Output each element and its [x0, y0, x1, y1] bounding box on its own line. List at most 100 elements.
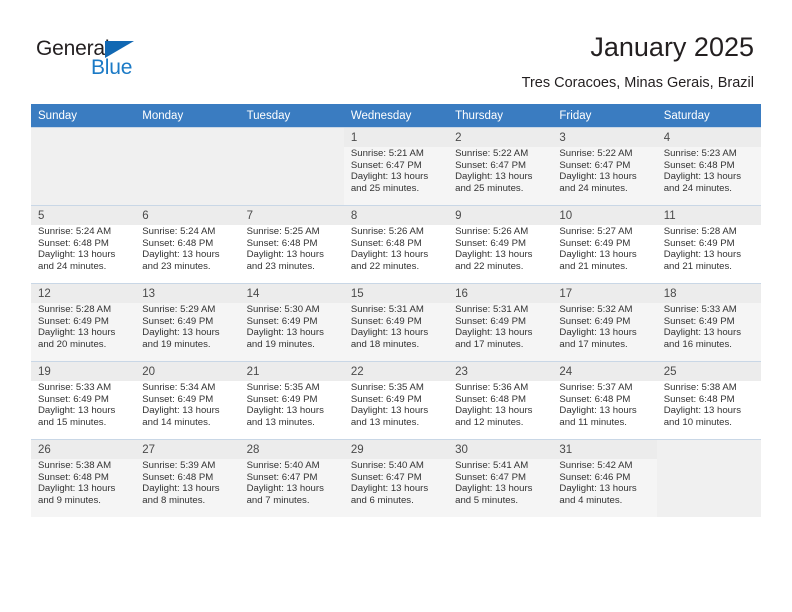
calendar-week-row: 19 Sunrise: 5:33 AM Sunset: 6:49 PM Dayligh… — [31, 361, 761, 440]
daylight-duration-line2: and 22 minutes. — [455, 260, 524, 272]
calendar-day-cell[interactable]: 7 Sunrise: 5:25 AM Sunset: 6:48 PM Daylight… — [239, 205, 344, 284]
calendar-empty-cell — [31, 127, 136, 206]
sunrise-time: Sunrise: 5:24 AM — [142, 226, 216, 237]
sunrise-sunset-calendar: Sunday Monday Tuesday Wednesday Thursday… — [31, 104, 761, 517]
daylight-duration-line1: Daylight: 13 hours — [350, 171, 429, 183]
sunset-time: Sunset: 6:47 PM — [246, 471, 318, 483]
daylight-duration-line1: Daylight: 13 hours — [38, 249, 116, 261]
page-header: General Blue January 2025 Tres Coracoes,… — [0, 0, 792, 104]
sunset-time: Sunset: 6:47 PM — [350, 471, 422, 483]
calendar-day-cell[interactable]: 19 Sunrise: 5:33 AM Sunset: 6:49 PM Dayligh… — [31, 361, 136, 440]
daylight-duration-line1: Daylight: 13 hours — [455, 171, 533, 183]
calendar-day-cell[interactable]: 23 Sunrise: 5:36 AM Sunset: 6:48 PM Dayligh… — [448, 361, 553, 440]
day-sun-info: Sunrise: 5:38 AM Sunset: 6:48 PM Daylight:… — [31, 459, 135, 506]
calendar-day-cell[interactable]: 27 Sunrise: 5:39 AM Sunset: 6:48 PM Dayligh… — [135, 439, 240, 517]
weekday-header-saturday: Saturday — [656, 104, 761, 128]
calendar-day-cell[interactable]: 4 Sunrise: 5:23 AM Sunset: 6:48 PM Daylight… — [656, 127, 761, 206]
calendar-day-cell[interactable]: 6 Sunrise: 5:24 AM Sunset: 6:48 PM Daylight… — [135, 205, 240, 284]
daylight-duration-line1: Daylight: 13 hours — [559, 405, 637, 417]
sunrise-time: Sunrise: 5:40 AM — [350, 460, 424, 471]
calendar-day-cell[interactable]: 5 Sunrise: 5:24 AM Sunset: 6:48 PM Daylight… — [31, 205, 136, 284]
calendar-day-cell[interactable]: 29 Sunrise: 5:40 AM Sunset: 6:47 PM Dayligh… — [343, 439, 449, 517]
calendar-week-row: 1 Sunrise: 5:21 AM Sunset: 6:47 PM Daylight… — [31, 127, 761, 206]
calendar-day-cell[interactable]: 11 Sunrise: 5:28 AM Sunset: 6:49 PM Dayligh… — [656, 205, 761, 284]
calendar-day-cell[interactable]: 3 Sunrise: 5:22 AM Sunset: 6:47 PM Daylight… — [552, 127, 657, 206]
calendar-day-cell[interactable]: 2 Sunrise: 5:22 AM Sunset: 6:47 PM Daylight… — [448, 127, 553, 206]
day-sun-info: Sunrise: 5:24 AM Sunset: 6:48 PM Daylight:… — [31, 225, 135, 272]
calendar-day-cell[interactable]: 16 Sunrise: 5:31 AM Sunset: 6:49 PM Dayligh… — [448, 283, 553, 362]
daylight-duration-line1: Daylight: 13 hours — [246, 249, 324, 261]
daylight-duration-line2: and 7 minutes. — [246, 494, 310, 506]
calendar-day-cell[interactable]: 28 Sunrise: 5:40 AM Sunset: 6:47 PM Dayligh… — [239, 439, 344, 517]
sunrise-time: Sunrise: 5:22 AM — [559, 148, 633, 159]
calendar-day-cell[interactable]: 1 Sunrise: 5:21 AM Sunset: 6:47 PM Daylight… — [343, 127, 449, 206]
sunset-time: Sunset: 6:48 PM — [663, 393, 735, 405]
calendar-day-cell[interactable]: 25 Sunrise: 5:38 AM Sunset: 6:48 PM Dayligh… — [656, 361, 761, 440]
daylight-duration-line1: Daylight: 13 hours — [246, 327, 324, 339]
sunrise-time: Sunrise: 5:38 AM — [663, 382, 737, 393]
sunset-time: Sunset: 6:48 PM — [455, 393, 527, 405]
calendar-day-cell[interactable]: 12 Sunrise: 5:28 AM Sunset: 6:49 PM Dayligh… — [31, 283, 136, 362]
daylight-duration-line2: and 15 minutes. — [38, 416, 107, 428]
daylight-duration-line2: and 25 minutes. — [350, 182, 420, 194]
calendar-day-cell[interactable]: 31 Sunrise: 5:42 AM Sunset: 6:46 PM Dayligh… — [552, 439, 657, 517]
calendar-day-cell[interactable]: 24 Sunrise: 5:37 AM Sunset: 6:48 PM Dayligh… — [552, 361, 657, 440]
calendar-day-cell[interactable]: 20 Sunrise: 5:34 AM Sunset: 6:49 PM Dayligh… — [135, 361, 240, 440]
daylight-duration-line2: and 11 minutes. — [559, 416, 627, 428]
daylight-duration-line1: Daylight: 13 hours — [455, 405, 533, 417]
daylight-duration-line1: Daylight: 13 hours — [246, 405, 324, 417]
calendar-day-cell[interactable]: 30 Sunrise: 5:41 AM Sunset: 6:47 PM Dayligh… — [448, 439, 553, 517]
day-sun-info: Sunrise: 5:33 AM Sunset: 6:49 PM Daylight:… — [31, 381, 135, 428]
general-blue-logo: General Blue — [36, 37, 166, 81]
sunrise-time: Sunrise: 5:31 AM — [350, 304, 424, 315]
day-number: 4 — [656, 128, 761, 147]
day-sun-info: Sunrise: 5:37 AM Sunset: 6:48 PM Daylight:… — [552, 381, 656, 428]
day-number: 22 — [343, 362, 449, 381]
daylight-duration-line1: Daylight: 13 hours — [350, 327, 429, 339]
sunset-time: Sunset: 6:49 PM — [38, 393, 109, 405]
calendar-day-cell[interactable]: 9 Sunrise: 5:26 AM Sunset: 6:49 PM Daylight… — [448, 205, 553, 284]
day-number: 2 — [448, 128, 553, 147]
daylight-duration-line2: and 16 minutes. — [663, 338, 732, 350]
calendar-day-cell[interactable]: 13 Sunrise: 5:29 AM Sunset: 6:49 PM Dayligh… — [135, 283, 240, 362]
sunrise-time: Sunrise: 5:33 AM — [663, 304, 737, 315]
calendar-day-cell[interactable]: 14 Sunrise: 5:30 AM Sunset: 6:49 PM Dayligh… — [239, 283, 344, 362]
daylight-duration-line1: Daylight: 13 hours — [559, 327, 637, 339]
day-number: 25 — [656, 362, 761, 381]
daylight-duration-line2: and 21 minutes. — [559, 260, 628, 272]
calendar-day-cell[interactable]: 15 Sunrise: 5:31 AM Sunset: 6:49 PM Dayligh… — [343, 283, 449, 362]
sunrise-time: Sunrise: 5:28 AM — [663, 226, 737, 237]
daylight-duration-line1: Daylight: 13 hours — [455, 249, 533, 261]
calendar-empty-cell — [135, 127, 240, 206]
calendar-week-row: 26 Sunrise: 5:38 AM Sunset: 6:48 PM Dayligh… — [31, 439, 761, 517]
day-sun-info: Sunrise: 5:29 AM Sunset: 6:49 PM Daylight:… — [135, 303, 239, 350]
daylight-duration-line1: Daylight: 13 hours — [350, 249, 429, 261]
calendar-day-cell[interactable]: 8 Sunrise: 5:26 AM Sunset: 6:48 PM Daylight… — [343, 205, 449, 284]
sunset-time: Sunset: 6:48 PM — [663, 159, 735, 171]
sunset-time: Sunset: 6:49 PM — [350, 315, 422, 327]
calendar-day-cell[interactable]: 26 Sunrise: 5:38 AM Sunset: 6:48 PM Dayligh… — [31, 439, 136, 517]
day-sun-info: Sunrise: 5:28 AM Sunset: 6:49 PM Daylight:… — [31, 303, 135, 350]
sunrise-time: Sunrise: 5:26 AM — [455, 226, 529, 237]
day-number: 18 — [656, 284, 761, 303]
day-sun-info: Sunrise: 5:33 AM Sunset: 6:49 PM Daylight:… — [657, 303, 761, 350]
calendar-day-cell[interactable]: 18 Sunrise: 5:33 AM Sunset: 6:49 PM Dayligh… — [656, 283, 761, 362]
sunset-time: Sunset: 6:48 PM — [350, 237, 422, 249]
daylight-duration-line2: and 21 minutes. — [663, 260, 732, 272]
day-number: 30 — [448, 440, 553, 459]
weekday-header-tuesday: Tuesday — [239, 104, 344, 128]
day-number: 17 — [552, 284, 657, 303]
daylight-duration-line2: and 17 minutes. — [559, 338, 628, 350]
day-number: 15 — [343, 284, 449, 303]
calendar-day-cell[interactable]: 17 Sunrise: 5:32 AM Sunset: 6:49 PM Dayligh… — [552, 283, 657, 362]
sunset-time: Sunset: 6:47 PM — [455, 471, 527, 483]
daylight-duration-line2: and 6 minutes. — [350, 494, 414, 506]
calendar-day-cell[interactable]: 22 Sunrise: 5:35 AM Sunset: 6:49 PM Dayligh… — [343, 361, 449, 440]
day-number: 9 — [448, 206, 553, 225]
daylight-duration-line1: Daylight: 13 hours — [455, 483, 533, 495]
calendar-day-cell[interactable]: 21 Sunrise: 5:35 AM Sunset: 6:49 PM Dayligh… — [239, 361, 344, 440]
sunrise-time: Sunrise: 5:28 AM — [38, 304, 112, 315]
calendar-day-cell[interactable]: 10 Sunrise: 5:27 AM Sunset: 6:49 PM Dayligh… — [552, 205, 657, 284]
day-number: 21 — [239, 362, 344, 381]
day-sun-info: Sunrise: 5:39 AM Sunset: 6:48 PM Daylight:… — [135, 459, 239, 506]
